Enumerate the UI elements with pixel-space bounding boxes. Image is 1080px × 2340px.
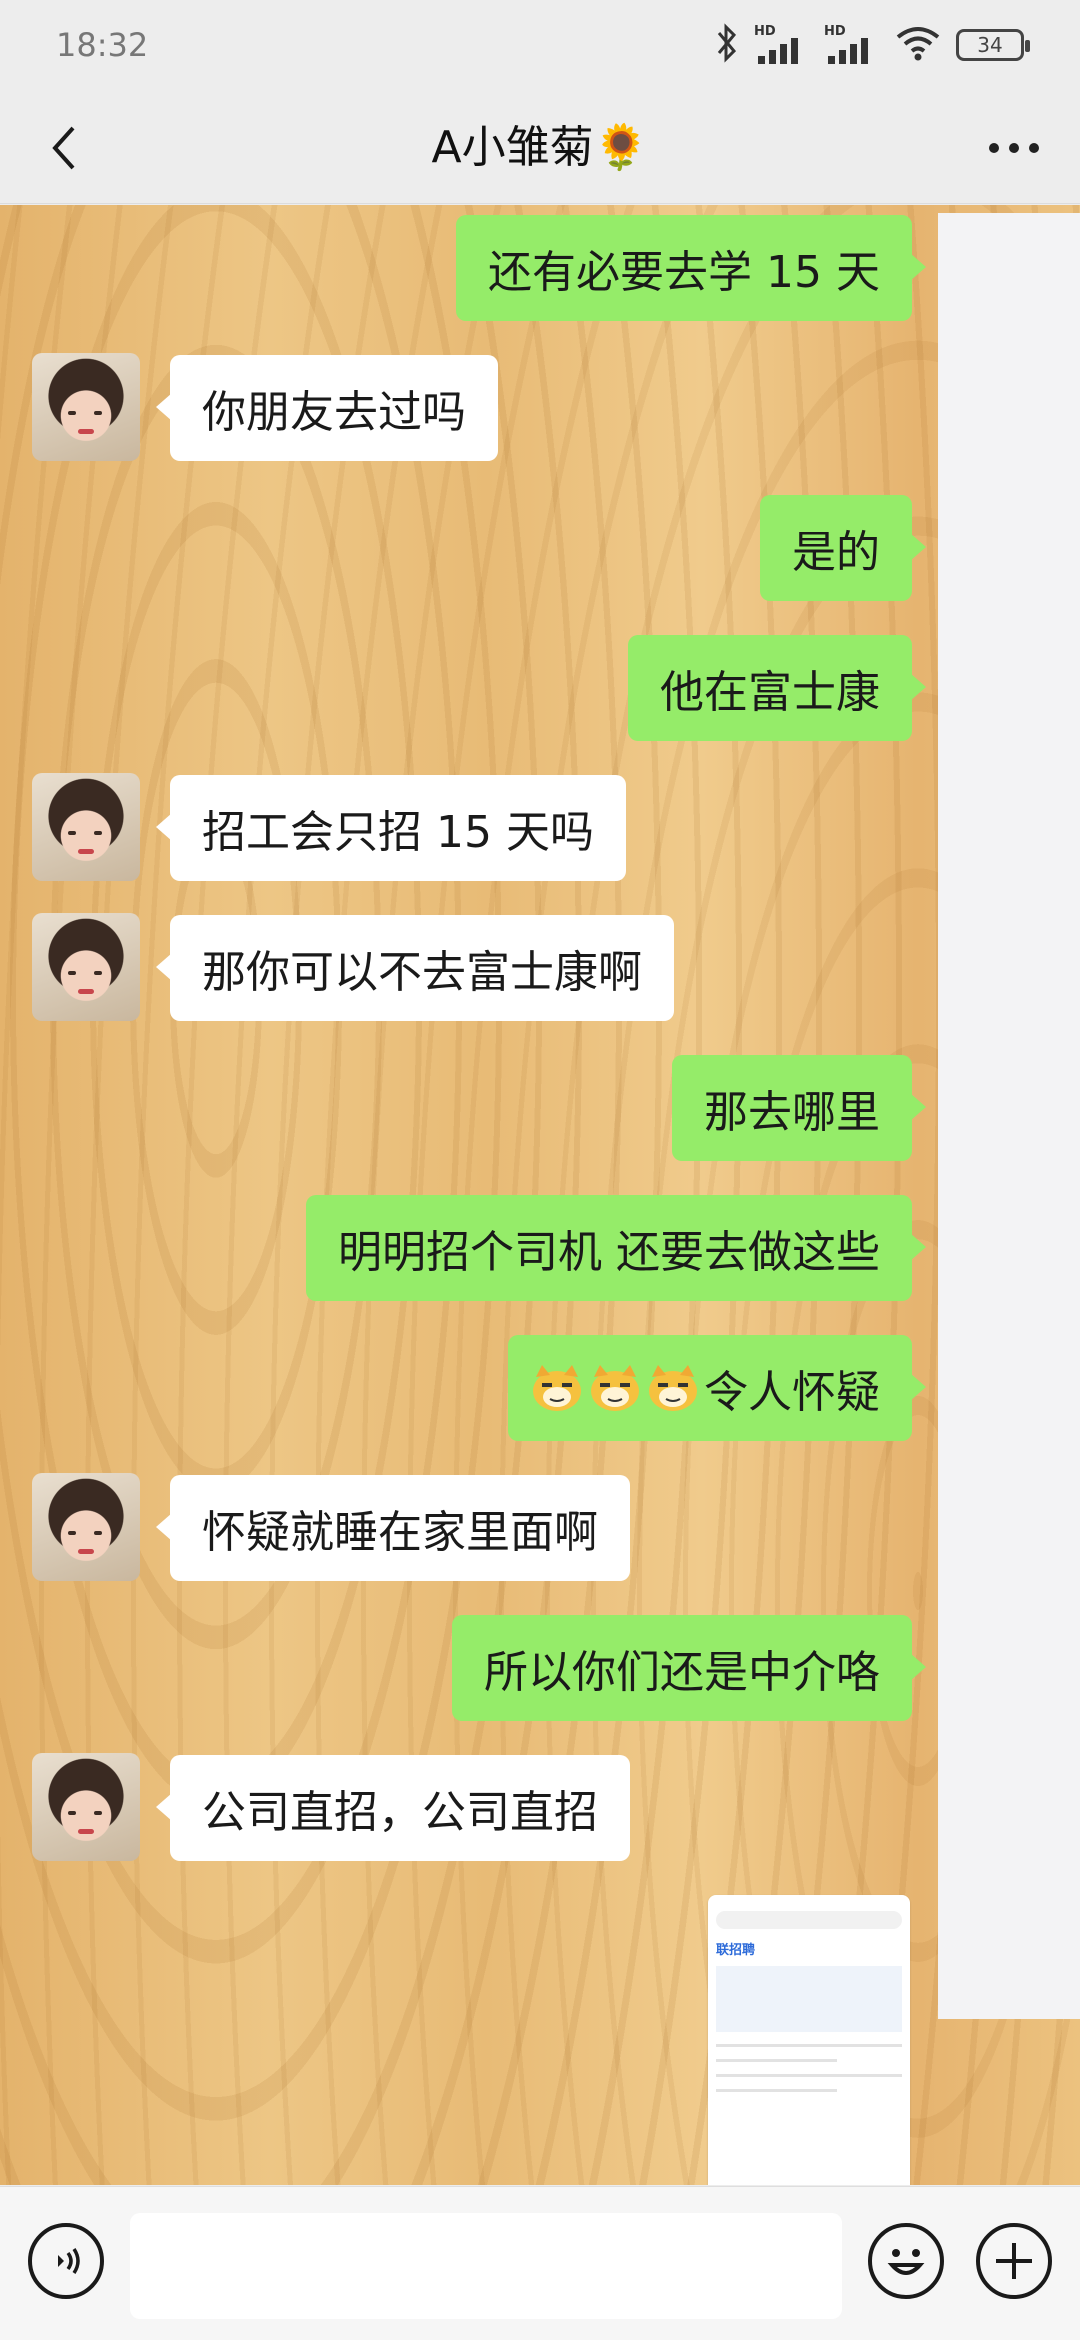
- thumbnail-brand: 联招聘: [716, 1943, 756, 1958]
- plus-icon: [996, 2243, 1032, 2279]
- message-input[interactable]: [130, 2213, 842, 2319]
- message-bubble-incoming[interactable]: 招工会只招 15 天吗: [156, 775, 626, 881]
- bluetooth-icon: [714, 23, 740, 67]
- contact-avatar[interactable]: [32, 913, 140, 1021]
- contact-avatar[interactable]: [32, 353, 140, 461]
- message-text: 还有必要去学 15 天: [488, 247, 880, 298]
- smiley-icon: [887, 2249, 925, 2275]
- status-icons: HD HD 34: [714, 22, 1030, 68]
- more-functions-button[interactable]: [976, 2223, 1052, 2299]
- message-bubble-outgoing[interactable]: 是的: [760, 495, 926, 601]
- message-text: 你朋友去过吗: [202, 387, 466, 438]
- status-bar: 18:32 HD HD 34: [0, 0, 1080, 92]
- emoji-button[interactable]: [868, 2223, 944, 2299]
- message-text: 所以你们还是中介咯: [484, 1647, 880, 1698]
- signal-icon: HD: [824, 24, 880, 66]
- signal-icon: HD: [754, 24, 810, 66]
- message-bubble-outgoing[interactable]: 令人怀疑: [508, 1335, 926, 1441]
- thumbnail-card: [716, 1966, 902, 2032]
- more-options-icon[interactable]: [976, 118, 1052, 178]
- message-bubble-incoming[interactable]: 那你可以不去富士康啊: [156, 915, 674, 1021]
- battery-icon: 34: [956, 29, 1030, 61]
- chat-header: A小雏菊🌻: [0, 92, 1080, 204]
- signal-hd-label: HD: [824, 24, 846, 39]
- message-text: 他在富士康: [660, 667, 880, 718]
- message-bubble-incoming[interactable]: 公司直招，公司直招: [156, 1755, 630, 1861]
- signal-hd-label: HD: [754, 24, 776, 39]
- thumbnail-status-bar: [708, 1895, 910, 1909]
- message-bubble-outgoing[interactable]: 他在富士康: [628, 635, 926, 741]
- chat-title: A小雏菊🌻: [431, 122, 649, 173]
- message-bubble-outgoing[interactable]: 那去哪里: [672, 1055, 926, 1161]
- doge-emoji-icon: [646, 1363, 700, 1413]
- doge-emoji-icon: [530, 1363, 584, 1413]
- wifi-icon: [894, 23, 942, 67]
- thumbnail-line: [716, 2089, 838, 2092]
- message-text: 公司直招，公司直招: [202, 1787, 598, 1838]
- message-text: 明明招个司机 还要去做这些: [338, 1227, 880, 1278]
- message-bubble-incoming[interactable]: 怀疑就睡在家里面啊: [156, 1475, 630, 1581]
- message-bubble-outgoing[interactable]: 所以你们还是中介咯: [452, 1615, 926, 1721]
- message-text: 令人怀疑: [704, 1367, 880, 1418]
- message-bubble-outgoing[interactable]: 还有必要去学 15 天: [456, 215, 926, 321]
- thumbnail-line: [716, 2044, 902, 2047]
- contact-avatar[interactable]: [32, 1753, 140, 1861]
- message-bubble-incoming[interactable]: 你朋友去过吗: [156, 355, 498, 461]
- message-bubble-outgoing[interactable]: 明明招个司机 还要去做这些: [306, 1195, 926, 1301]
- contact-avatar[interactable]: [32, 1473, 140, 1581]
- message-text: 招工会只招 15 天吗: [202, 807, 594, 858]
- voice-icon: [58, 2248, 80, 2274]
- message-text: 是的: [792, 527, 880, 578]
- message-text: 那去哪里: [704, 1087, 880, 1138]
- input-bar: [0, 2186, 1080, 2340]
- doge-emoji-icon: [588, 1363, 642, 1413]
- status-time: 18:32: [56, 26, 149, 64]
- thumbnail-address-bar: [716, 1911, 902, 1929]
- thumbnail-line: [716, 2074, 902, 2077]
- message-text: 那你可以不去富士康啊: [202, 947, 642, 998]
- thumbnail-line: [716, 2059, 838, 2062]
- message-text: 怀疑就睡在家里面啊: [202, 1507, 598, 1558]
- overlay-panel: [938, 213, 1080, 2019]
- image-message-thumbnail[interactable]: 联招聘: [708, 1895, 910, 2185]
- chat-messages-area[interactable]: 还有必要去学 15 天 你朋友去过吗 是的 他在富士康 招工会只招 15 天吗 …: [0, 205, 1080, 2185]
- voice-input-button[interactable]: [28, 2223, 104, 2299]
- contact-avatar[interactable]: [32, 773, 140, 881]
